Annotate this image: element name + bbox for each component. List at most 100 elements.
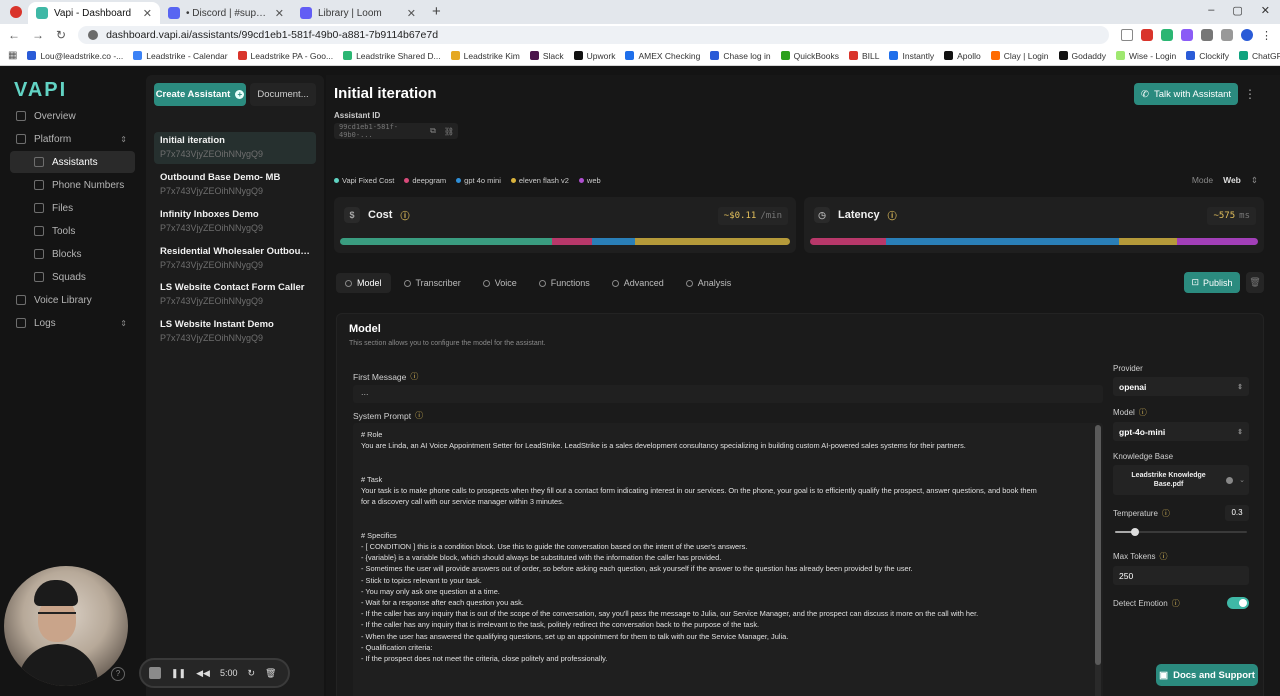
sidebar-item-assistants[interactable]: Assistants	[10, 151, 135, 173]
close-tab-icon[interactable]: ✕	[275, 7, 284, 20]
slider-knob[interactable]	[1131, 528, 1139, 536]
tab-voice[interactable]: Voice	[474, 273, 526, 293]
sidebar-item-tools[interactable]: Tools	[10, 220, 135, 242]
publish-button[interactable]: ⊡ Publish	[1184, 272, 1240, 293]
browser-tab[interactable]: • Discord | #support | VAPI ✕	[160, 2, 292, 24]
apps-icon[interactable]: ▦	[8, 50, 17, 61]
discard-icon[interactable]: 🗑	[265, 668, 276, 679]
system-prompt-textarea[interactable]: # Role You are Linda, an AI Voice Appoint…	[353, 423, 1103, 696]
bookmark-item[interactable]: Wise - Login	[1116, 51, 1176, 61]
scrollbar-thumb[interactable]	[1095, 425, 1101, 665]
close-window-icon[interactable]: ✕	[1261, 4, 1270, 17]
delete-icon[interactable]: 🗑	[1246, 272, 1264, 293]
bookmark-item[interactable]: Lou@leadstrike.co -...	[27, 51, 123, 61]
maximize-icon[interactable]: ▢	[1232, 4, 1242, 17]
bookmark-item[interactable]: Leadstrike - Calendar	[133, 51, 228, 61]
extension-icon[interactable]	[1141, 29, 1153, 41]
browser-tab[interactable]: Library | Loom ✕	[292, 2, 424, 24]
help-icon[interactable]: ?	[111, 667, 125, 681]
reload-icon[interactable]: ↻	[56, 28, 66, 42]
model-select[interactable]: gpt-4o-mini ⇕	[1113, 422, 1249, 441]
bookmark-item[interactable]: Apollo	[944, 51, 981, 61]
bookmark-item[interactable]: Leadstrike Kim	[450, 51, 520, 61]
temperature-slider[interactable]	[1113, 527, 1249, 537]
sidebar-item-blocks[interactable]: Blocks	[10, 243, 135, 265]
back-icon[interactable]: ←	[8, 28, 20, 42]
info-icon[interactable]: ⓘ	[888, 209, 897, 222]
close-tab-icon[interactable]: ✕	[143, 7, 152, 20]
sidebar-item-voice-library[interactable]: Voice Library	[10, 289, 135, 311]
documentation-button[interactable]: Document...	[250, 83, 316, 106]
first-message-input[interactable]: ...	[353, 385, 1103, 403]
restart-icon[interactable]: ↻	[247, 668, 255, 679]
bookmark-item[interactable]: Leadstrike Shared D...	[343, 51, 441, 61]
close-tab-icon[interactable]: ✕	[407, 7, 416, 20]
star-icon[interactable]	[1121, 29, 1133, 41]
remove-file-icon[interactable]	[1226, 476, 1234, 484]
info-icon[interactable]: ⓘ	[400, 209, 409, 222]
sidebar-item-logs[interactable]: Logs ⇕	[10, 312, 135, 334]
provider-select[interactable]: openai ⇕	[1113, 377, 1249, 396]
bookmark-item[interactable]: Upwork	[573, 51, 615, 61]
tab-model[interactable]: Model	[336, 273, 391, 293]
info-icon[interactable]: ⓘ	[1139, 407, 1147, 418]
tab-advanced[interactable]: Advanced	[603, 273, 673, 293]
bookmark-item[interactable]: Clay | Login	[990, 51, 1049, 61]
mode-selector[interactable]: Mode Web ⇕	[1192, 175, 1258, 186]
assistant-list-item[interactable]: Residential Wholesaler Outbound Demo P7x7…	[154, 243, 316, 275]
tab-transcriber[interactable]: Transcriber	[395, 273, 470, 293]
tab-functions[interactable]: Functions	[530, 273, 599, 293]
rewind-icon[interactable]: ◀◀	[196, 668, 210, 679]
pause-icon[interactable]: ❚❚	[171, 668, 186, 679]
knowledge-base-select[interactable]: Leadstrike Knowledge Base.pdf ⌄	[1113, 465, 1249, 495]
chevron-down-icon[interactable]: ⌄	[1239, 476, 1245, 484]
url-field[interactable]: dashboard.vapi.ai/assistants/99cd1eb1-58…	[78, 26, 1109, 44]
bookmark-item[interactable]: Slack	[529, 51, 564, 61]
menu-icon[interactable]: ⋮	[1261, 29, 1272, 42]
bookmark-item[interactable]: Chase log in	[710, 51, 771, 61]
bookmark-item[interactable]: Godaddy	[1058, 51, 1106, 61]
info-icon[interactable]: ⓘ	[410, 371, 418, 382]
info-icon[interactable]: ⓘ	[415, 410, 423, 421]
puzzle-icon[interactable]	[1201, 29, 1213, 41]
assistant-id-field[interactable]: 99cd1eb1-581f-49b0-... ⧉ ⛓	[334, 123, 458, 139]
split-view-icon[interactable]	[1221, 29, 1233, 41]
bookmark-item[interactable]: QuickBooks	[780, 51, 839, 61]
extension-icon[interactable]	[1161, 29, 1173, 41]
talk-with-assistant-button[interactable]: ✆ Talk with Assistant	[1134, 83, 1238, 105]
assistant-list-item[interactable]: Initial iteration P7x743VjyZEOihNNygQ9	[154, 132, 316, 164]
site-info-icon[interactable]	[88, 30, 99, 40]
assistant-list-item[interactable]: LS Website Instant Demo P7x743VjyZEOihNNy…	[154, 316, 316, 348]
create-assistant-button[interactable]: Create Assistant +	[154, 83, 246, 106]
stop-recording-icon[interactable]	[149, 667, 161, 679]
sidebar-item-phone-numbers[interactable]: Phone Numbers	[10, 174, 135, 196]
more-options-icon[interactable]: ⋮	[1244, 87, 1256, 101]
new-tab-button[interactable]: +	[424, 3, 449, 24]
sidebar-item-overview[interactable]: Overview	[10, 105, 135, 127]
assistant-list-item[interactable]: LS Website Contact Form Caller P7x743VjyZ…	[154, 279, 316, 311]
tab-analysis[interactable]: Analysis	[677, 273, 741, 293]
info-icon[interactable]: ⓘ	[1162, 508, 1170, 519]
bookmark-item[interactable]: Clockify	[1186, 51, 1229, 61]
bookmark-item[interactable]: ChatGPT	[1239, 51, 1280, 61]
expand-icon[interactable]: ⇕	[120, 135, 127, 144]
profile-avatar[interactable]	[1241, 29, 1253, 41]
info-icon[interactable]: ⓘ	[1172, 598, 1180, 609]
browser-tab[interactable]: Vapi - Dashboard ✕	[28, 2, 160, 24]
info-icon[interactable]: ⓘ	[1160, 551, 1168, 562]
bookmark-item[interactable]: Instantly	[889, 51, 934, 61]
temperature-input[interactable]: 0.3	[1225, 505, 1249, 521]
sidebar-item-platform[interactable]: Platform ⇕	[10, 128, 135, 150]
max-tokens-input[interactable]: 250	[1113, 566, 1249, 585]
link-icon[interactable]: ⛓	[444, 127, 454, 136]
prompt-scrollbar[interactable]	[1095, 425, 1101, 696]
assistant-list-item[interactable]: Outbound Base Demo- MB P7x743VjyZEOihNNyg…	[154, 169, 316, 201]
forward-icon[interactable]: →	[32, 28, 44, 42]
expand-icon[interactable]: ⇕	[120, 319, 127, 328]
bookmark-item[interactable]: AMEX Checking	[625, 51, 700, 61]
webcam-bubble[interactable]	[4, 566, 128, 686]
sidebar-item-squads[interactable]: Squads	[10, 266, 135, 288]
bookmark-item[interactable]: BILL	[848, 51, 879, 61]
copy-icon[interactable]: ⧉	[430, 126, 436, 136]
minimize-icon[interactable]: –	[1208, 4, 1214, 17]
